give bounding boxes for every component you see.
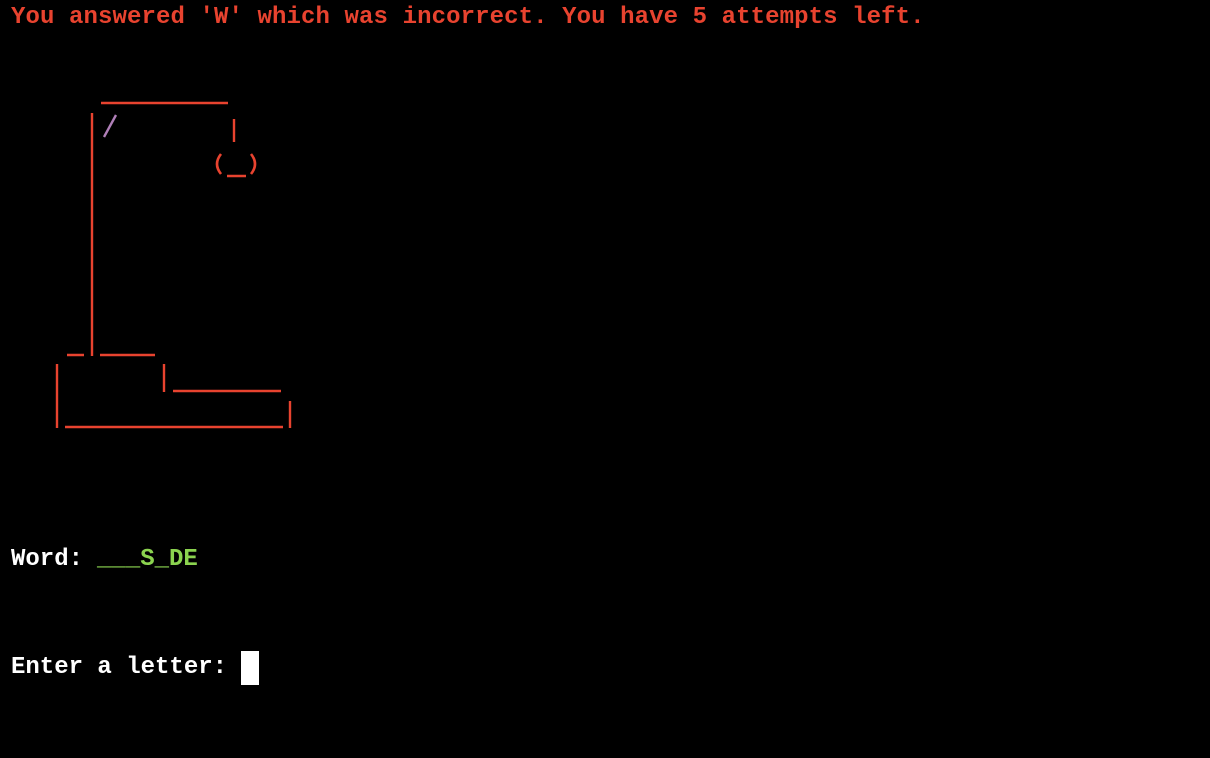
input-row[interactable]: Enter a letter: [11,650,260,686]
head-right-paren [249,153,257,175]
word-label: Word: [11,546,84,573]
prompt-area: Word: ___S_DE Enter a letter: [11,470,260,758]
word-row: Word: ___S_DE [11,542,259,578]
gallows-brace [102,114,118,138]
input-prompt: Enter a letter: [11,654,228,681]
hangman-gallows [55,101,292,429]
hangman-head [215,153,257,178]
word-progress: ___S_DE [97,546,198,573]
head-left-paren [215,153,223,175]
text-cursor[interactable] [241,651,260,685]
terminal-window: You answered 'W' which was incorrect. Yo… [0,0,1210,685]
